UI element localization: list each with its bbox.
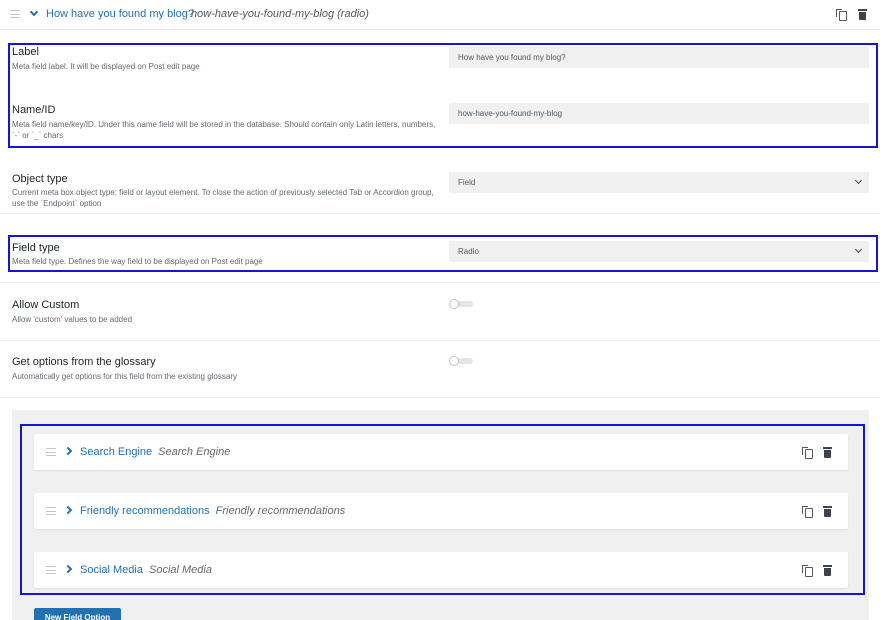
object-type-description: Current meta box object type: field or l… <box>12 188 434 208</box>
object-type-row: Object type Current meta box object type… <box>0 160 880 214</box>
option-value: Friendly recommendations <box>215 505 346 517</box>
label-description: Meta field label. It will be displayed o… <box>12 62 200 71</box>
option-item[interactable]: Search Engine Search Engine <box>34 434 848 470</box>
field-type-description: Meta field type. Defines the way field t… <box>12 257 263 266</box>
allow-custom-row: Allow Custom Allow 'custom' values to be… <box>0 284 880 341</box>
glossary-title: Get options from the glossary <box>12 356 156 368</box>
trash-icon[interactable] <box>823 506 832 517</box>
drag-handle-icon[interactable] <box>46 507 56 515</box>
field-type-value: Radio <box>458 247 479 256</box>
field-type-title: Field type <box>12 242 60 254</box>
glossary-toggle[interactable] <box>449 356 474 366</box>
object-type-select[interactable]: Field <box>449 172 869 193</box>
copy-icon[interactable] <box>802 506 813 518</box>
drag-handle-icon[interactable] <box>46 448 56 456</box>
chevron-down-icon[interactable] <box>29 7 39 17</box>
chevron-down-icon <box>854 176 863 185</box>
copy-icon[interactable] <box>836 9 847 21</box>
name-title: Name/ID <box>12 104 56 116</box>
field-subtitle: how-have-you-found-my-blog (radio) <box>191 8 369 20</box>
chevron-right-icon[interactable] <box>63 446 73 456</box>
field-type-select[interactable]: Radio <box>449 241 869 262</box>
option-label[interactable]: Search Engine Search Engine <box>80 446 230 458</box>
chevron-down-icon <box>854 245 863 254</box>
trash-icon[interactable] <box>823 447 832 458</box>
allow-custom-toggle[interactable] <box>449 299 474 309</box>
option-value: Social Media <box>148 564 212 576</box>
glossary-row: Get options from the glossary Automatica… <box>0 341 880 398</box>
object-type-value: Field <box>458 178 476 187</box>
option-label[interactable]: Friendly recommendations Friendly recomme… <box>80 505 345 517</box>
label-input[interactable]: How have you found my blog? <box>449 47 869 68</box>
name-description: Meta field name/key/ID. Under this name … <box>12 120 436 140</box>
option-item[interactable]: Friendly recommendations Friendly recomme… <box>34 493 848 529</box>
field-type-row: Field type Meta field type. Defines the … <box>0 233 880 283</box>
chevron-right-icon[interactable] <box>63 505 73 515</box>
trash-icon[interactable] <box>823 565 832 576</box>
drag-handle-icon[interactable] <box>10 10 20 18</box>
copy-icon[interactable] <box>802 565 813 577</box>
label-row: Label Meta field label. It will be displ… <box>0 41 880 89</box>
name-row: Name/ID Meta field name/key/ID. Under th… <box>0 90 880 146</box>
option-value: Search Engine <box>158 446 231 458</box>
option-label[interactable]: Social Media Social Media <box>80 564 212 576</box>
name-input[interactable]: how-have-you-found-my-blog <box>449 103 869 124</box>
trash-icon[interactable] <box>858 9 867 20</box>
label-title: Label <box>12 46 39 58</box>
allow-custom-description: Allow 'custom' values to be added <box>12 315 133 324</box>
copy-icon[interactable] <box>802 447 813 459</box>
chevron-right-icon[interactable] <box>63 564 73 574</box>
object-type-title: Object type <box>12 173 68 185</box>
drag-handle-icon[interactable] <box>46 566 56 574</box>
field-title[interactable]: How have you found my blog? <box>46 8 194 20</box>
allow-custom-title: Allow Custom <box>12 299 80 311</box>
new-field-option-button[interactable]: New Field Option <box>34 608 121 620</box>
option-item[interactable]: Social Media Social Media <box>34 552 848 588</box>
glossary-description: Automatically get options for this field… <box>12 372 237 381</box>
field-header[interactable]: How have you found my blog? how-have-you… <box>0 0 880 30</box>
